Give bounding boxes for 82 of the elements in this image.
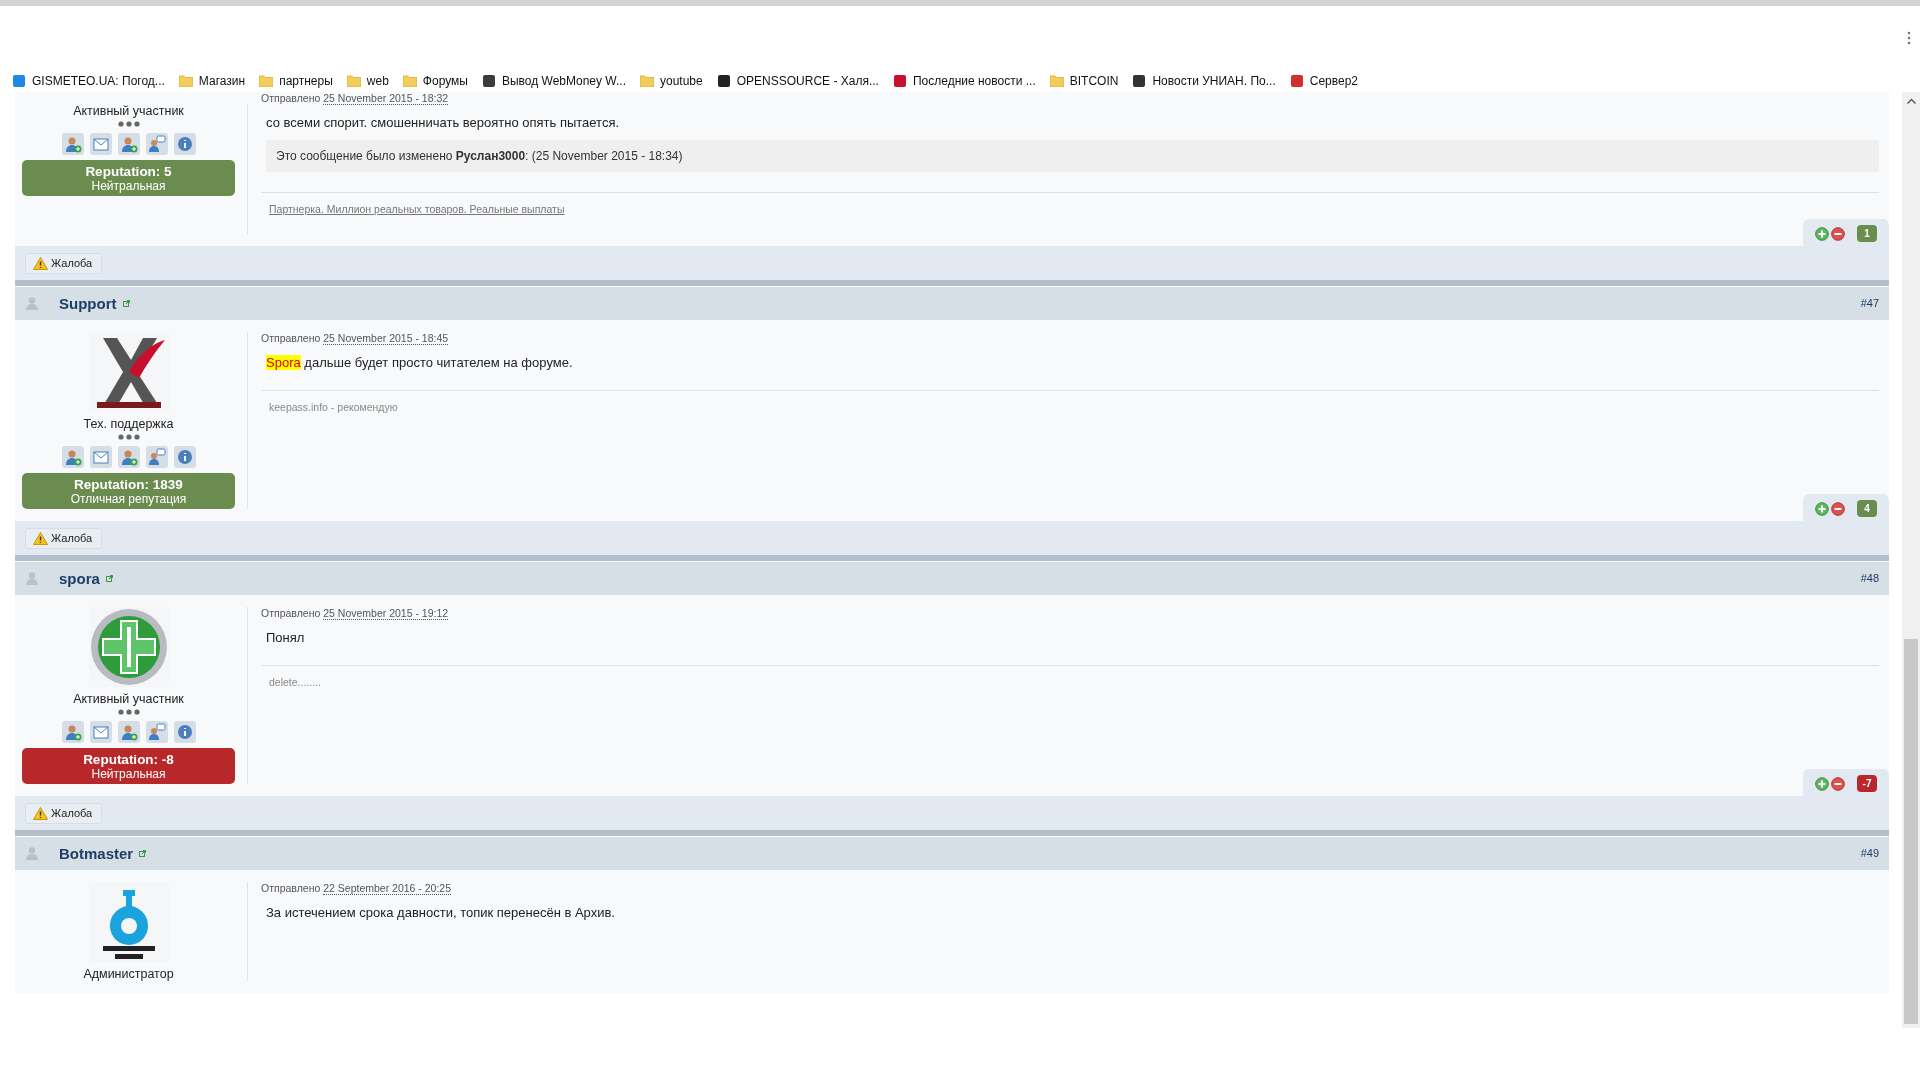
bookmark[interactable]: Вывод WebMoney W...: [481, 74, 626, 88]
user-icon: [25, 296, 39, 310]
envelope-icon[interactable]: [89, 133, 112, 155]
bookmark[interactable]: Форумы: [402, 74, 468, 88]
user-role: Администратор: [83, 967, 174, 981]
signature: keepass.info - рекомендую: [269, 401, 398, 413]
menu-icon[interactable]: [1907, 31, 1911, 45]
plus-icon[interactable]: [1815, 501, 1829, 516]
post-message: За истечением срока давности, топик перенесён в Архив.: [266, 905, 616, 920]
vote-count: -7: [1857, 775, 1877, 792]
info-icon[interactable]: [173, 133, 196, 155]
add-friend-icon[interactable]: [61, 133, 84, 155]
report-button[interactable]: Жалоба: [25, 527, 103, 549]
post-message: со всеми спорит. смошенничать вероятно опять пытается.: [266, 115, 621, 130]
signature-link[interactable]: Партнерка. Миллион реальных товаров. Реальные выплаты: [269, 203, 565, 215]
vote-count: 4: [1857, 500, 1877, 517]
envelope-icon[interactable]: [89, 446, 112, 468]
folder-icon: [1049, 75, 1064, 87]
user-icon: [25, 571, 39, 585]
minus-icon[interactable]: [1831, 776, 1845, 791]
chat-user-icon[interactable]: [145, 133, 168, 155]
warning-icon: [33, 531, 48, 545]
add-friend-icon[interactable]: [117, 133, 140, 155]
folder-icon: [178, 75, 193, 87]
envelope-icon[interactable]: [89, 721, 112, 743]
add-friend-icon[interactable]: [61, 446, 84, 468]
external-link-icon[interactable]: [122, 299, 130, 307]
post-number[interactable]: #49: [1860, 847, 1879, 859]
reputation-badge: Reputation: 5 Нейтральная: [22, 160, 235, 196]
folder-icon: [346, 75, 361, 87]
bookmark[interactable]: web: [346, 74, 389, 88]
user-role: Активный участник: [73, 692, 184, 706]
plus-icon[interactable]: [1815, 776, 1829, 791]
folder-icon: [402, 75, 417, 87]
report-button[interactable]: Жалоба: [25, 802, 103, 824]
post-message: Spora дальше будет просто читателем на форуме.: [266, 355, 574, 370]
minus-icon[interactable]: [1831, 501, 1845, 516]
scrollbar[interactable]: [1902, 92, 1920, 1028]
reputation-badge: Reputation: 1839 Отличная репутация: [22, 473, 235, 509]
bookmark[interactable]: BITCOIN: [1049, 74, 1119, 88]
post-message: Понял: [266, 630, 306, 645]
external-link-icon[interactable]: [105, 574, 113, 582]
external-link-icon[interactable]: [139, 849, 147, 857]
add-friend-icon[interactable]: [117, 446, 140, 468]
user-role: Тех. поддержка: [83, 417, 174, 431]
post-date: Отправлено 25 November 2015 - 19:12: [261, 607, 450, 619]
post-date: Отправлено 25 November 2015 - 18:32: [261, 92, 450, 104]
user-role: Активный участник: [73, 104, 184, 118]
bookmark[interactable]: Новости УНИАН. По...: [1132, 74, 1276, 88]
vote-count: 1: [1857, 225, 1877, 242]
bookmark[interactable]: youtube: [640, 74, 703, 88]
post-date: Отправлено 22 September 2016 - 20:25: [261, 882, 453, 894]
warning-icon: [33, 256, 48, 270]
bookmark[interactable]: Магазин: [178, 74, 246, 88]
post-date: Отправлено 25 November 2015 - 18:45: [261, 332, 450, 344]
add-friend-icon[interactable]: [61, 721, 84, 743]
bookmark[interactable]: Сервер2: [1289, 74, 1359, 88]
chat-user-icon[interactable]: [145, 721, 168, 743]
signature: delete........: [269, 676, 321, 688]
post-number[interactable]: #47: [1860, 297, 1879, 309]
warning-icon: [33, 806, 48, 820]
minus-icon[interactable]: [1831, 226, 1845, 241]
folder-icon: [640, 75, 654, 87]
info-icon[interactable]: [173, 446, 196, 468]
author-link[interactable]: spora: [59, 569, 100, 587]
post-number[interactable]: #48: [1860, 572, 1879, 584]
bookmark[interactable]: партнеры: [259, 74, 333, 88]
scroll-up-icon[interactable]: [1906, 98, 1916, 104]
plus-icon[interactable]: [1815, 226, 1829, 241]
report-button[interactable]: Жалоба: [25, 252, 103, 274]
reputation-badge: Reputation: -8 Нейтральная: [22, 748, 235, 784]
chat-user-icon[interactable]: [145, 446, 168, 468]
info-icon[interactable]: [173, 721, 196, 743]
author-link[interactable]: Botmaster: [59, 844, 134, 862]
bookmark[interactable]: OPENSSOURCE - Халя...: [716, 74, 879, 88]
user-icon: [25, 846, 39, 860]
bookmark[interactable]: GISMETEO.UA: Погод...: [12, 74, 165, 88]
bookmark[interactable]: Последние новости ...: [892, 74, 1036, 88]
add-friend-icon[interactable]: [117, 721, 140, 743]
edit-note: Это сообщение было изменено Руслан3000: (25 November 2015 - 18:34): [266, 140, 1879, 172]
author-link[interactable]: Support: [59, 294, 117, 312]
folder-icon: [259, 75, 274, 87]
